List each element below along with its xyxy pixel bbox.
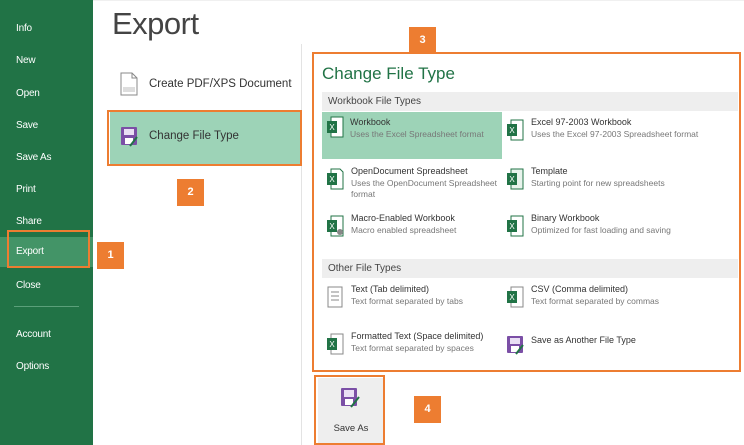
nav-new[interactable]: New — [0, 48, 93, 74]
callout-badge-3: 3 — [409, 27, 436, 54]
nav-account[interactable]: Account — [0, 322, 93, 348]
nav-info[interactable]: Info — [0, 16, 93, 42]
nav-close[interactable]: Close — [0, 273, 93, 299]
callout-frame-file-types-panel — [312, 52, 741, 372]
nav-save[interactable]: Save — [0, 113, 93, 139]
nav-open[interactable]: Open — [0, 81, 93, 107]
nav-print[interactable]: Print — [0, 177, 93, 203]
top-border — [93, 0, 744, 1]
callout-frame-export — [7, 230, 90, 268]
create-pdf-xps-label: Create PDF/XPS Document — [149, 78, 292, 90]
callout-badge-1: 1 — [97, 242, 124, 269]
backstage-sidebar: Info New Open Save Save As Print Share E… — [0, 0, 93, 445]
page-title: Export — [112, 6, 199, 41]
nav-save-as[interactable]: Save As — [0, 145, 93, 171]
callout-badge-4: 4 — [414, 396, 441, 423]
pdf-document-icon — [120, 72, 138, 96]
column-divider — [301, 44, 302, 445]
callout-frame-save-as — [314, 375, 385, 445]
create-pdf-xps-option[interactable]: Create PDF/XPS Document — [110, 60, 300, 112]
callout-frame-change-file-type — [107, 110, 302, 166]
nav-divider — [14, 306, 79, 307]
callout-badge-2: 2 — [177, 179, 204, 206]
nav-options[interactable]: Options — [0, 354, 93, 380]
